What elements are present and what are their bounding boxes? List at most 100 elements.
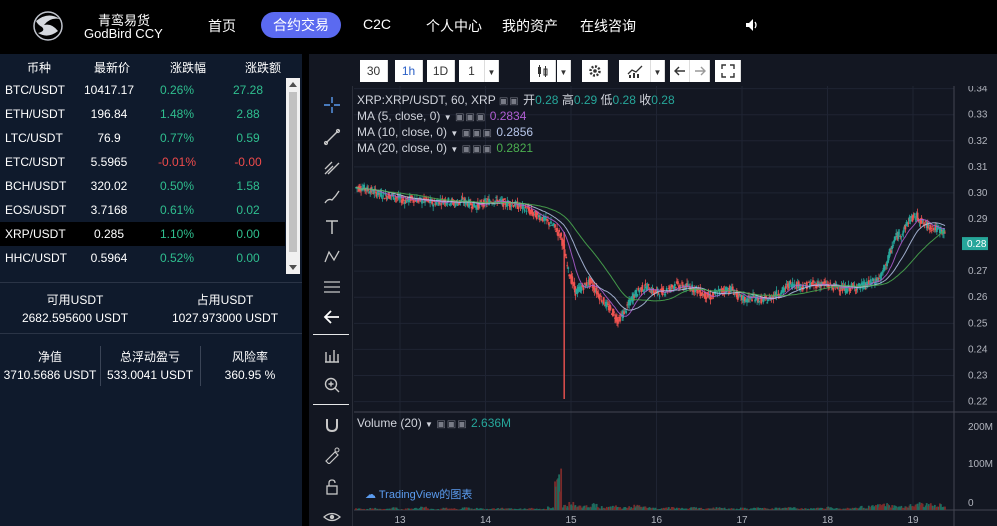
candle-body: [550, 221, 552, 224]
market-scrollbar[interactable]: [286, 78, 300, 274]
market-row[interactable]: LTC/USDT 76.9 0.77% 0.59: [0, 126, 285, 150]
candle-body: [602, 297, 605, 305]
equity-label: 净值: [37, 350, 62, 364]
settings-gear-icon[interactable]: [582, 60, 608, 82]
market-pair: BCH/USDT: [5, 179, 67, 193]
interval-dropdown-icon[interactable]: ▼: [485, 60, 499, 82]
market-row[interactable]: HHC/USDT 0.5964 0.52% 0.00: [0, 246, 285, 270]
x-axis-tick-label: 19: [907, 515, 919, 526]
interval-30-button[interactable]: 30: [360, 60, 388, 82]
legend-open-value: 0.28: [535, 93, 559, 107]
ma20-label[interactable]: MA (20, close, 0): [357, 141, 447, 155]
crosshair-icon[interactable]: [323, 96, 341, 114]
candle-body: [758, 301, 761, 303]
candle-body: [625, 310, 628, 314]
interval-1-button[interactable]: 1: [459, 60, 485, 82]
interval-1h-button[interactable]: 1h: [395, 60, 423, 82]
legend-high-label: 高: [561, 93, 574, 107]
nav-contract-trading[interactable]: 合约交易: [261, 12, 341, 38]
pitchfork-icon[interactable]: [323, 158, 341, 176]
y-axis-tick-label: 0.23: [968, 370, 988, 381]
candle-body: [878, 277, 880, 279]
y-axis-tick-label: 0.26: [968, 292, 988, 303]
scroll-up-arrow-icon[interactable]: [289, 82, 297, 87]
market-change-amt: 2.88: [236, 107, 260, 121]
brush-icon[interactable]: [323, 188, 341, 206]
market-price: 196.84: [90, 107, 128, 121]
candle-body: [585, 282, 588, 286]
cloud-icon: ☁: [365, 489, 376, 501]
y-axis-tick-label: 0.25: [968, 318, 988, 329]
tradingview-logo[interactable]: ☁ TradingView的图表: [365, 486, 472, 502]
candle-body: [789, 281, 792, 283]
market-price: 0.285: [93, 227, 125, 241]
trend-line-icon[interactable]: [323, 128, 341, 146]
market-row[interactable]: ETH/USDT 196.84 1.48% 2.88: [0, 102, 285, 126]
redo-icon[interactable]: [690, 60, 710, 82]
nav-online-consult[interactable]: 在线咨询: [580, 16, 636, 36]
ma5-label[interactable]: MA (5, close, 0): [357, 109, 440, 123]
candle-body: [419, 197, 421, 199]
pattern-icon[interactable]: [323, 248, 341, 266]
godbird-logo-icon[interactable]: [30, 9, 66, 43]
market-panel: 币种 最新价 涨跌幅 涨跌额 BTC/USDT 10417.17 0.26% 27.2…: [0, 54, 302, 526]
market-row[interactable]: XRP/USDT 0.285 1.10% 0.00: [0, 222, 285, 246]
equity-value: 3710.5686 USDT: [3, 368, 97, 382]
market-price: 10417.17: [83, 83, 135, 97]
candle-body: [565, 256, 568, 259]
scroll-down-arrow-icon[interactable]: [289, 265, 297, 270]
candle-body: [383, 198, 386, 200]
fullscreen-icon[interactable]: [715, 60, 741, 82]
x-axis-tick-label: 17: [736, 515, 748, 526]
zoom-in-icon[interactable]: [323, 376, 341, 394]
ma10-label[interactable]: MA (10, close, 0): [357, 125, 447, 139]
chart-toolbar: 30 1h 1D 1 ▼ ▼ ▼: [309, 54, 997, 86]
header-last-price: 最新价: [93, 61, 130, 75]
undo-icon[interactable]: [670, 60, 690, 82]
nav-c2c[interactable]: C2C: [363, 16, 391, 32]
market-row[interactable]: BTC/USDT 10417.17 0.26% 27.28: [0, 78, 285, 102]
nav-my-assets[interactable]: 我的资产: [502, 16, 558, 36]
back-arrow-icon[interactable]: [323, 308, 341, 326]
measure-icon[interactable]: [323, 346, 341, 364]
magnet-icon[interactable]: [323, 416, 341, 434]
interval-1d-button[interactable]: 1D: [427, 60, 455, 82]
lock-drawing-icon[interactable]: [323, 446, 341, 464]
candle-type-dropdown-icon[interactable]: ▼: [557, 60, 571, 82]
candle-body: [613, 311, 615, 314]
volume-bar: [944, 506, 946, 510]
candle-body: [767, 299, 770, 302]
candle-body: [582, 287, 585, 290]
nav-home[interactable]: 首页: [208, 16, 236, 36]
candle-body: [523, 209, 526, 212]
market-row[interactable]: BCH/USDT 320.02 0.50% 1.58: [0, 174, 285, 198]
x-axis-tick-label: 14: [480, 515, 492, 526]
candle-body: [674, 287, 677, 288]
indicators-dropdown-icon[interactable]: ▼: [651, 60, 665, 82]
candle-body: [566, 265, 569, 267]
speaker-icon[interactable]: [744, 17, 760, 33]
market-pair: ETC/USDT: [5, 155, 65, 169]
ma20-toggle-icons[interactable]: ▣▣▣: [462, 142, 493, 158]
legend-symbol: XRP:XRP/USDT, 60, XRP: [357, 93, 496, 107]
ma20-value: 0.2821: [496, 141, 534, 155]
candle-type-icon[interactable]: [530, 60, 556, 82]
fib-retracement-icon[interactable]: [323, 278, 341, 296]
text-tool-icon[interactable]: [323, 218, 341, 236]
candle-body: [558, 229, 560, 232]
candle-body: [432, 204, 435, 207]
nav-personal-center[interactable]: 个人中心: [426, 16, 482, 36]
volume-legend: Volume (20) ▼ ▣▣▣ 2.636M: [357, 416, 512, 430]
market-row[interactable]: ETC/USDT 5.5965 -0.01% -0.00: [0, 150, 285, 174]
market-row[interactable]: EOS/USDT 3.7168 0.61% 0.02: [0, 198, 285, 222]
candle-body: [839, 289, 842, 292]
indicators-icon[interactable]: [619, 60, 651, 82]
volume-toggle-icons[interactable]: ▣▣▣: [436, 419, 467, 430]
lock-icon[interactable]: [323, 478, 341, 496]
candle-body: [441, 198, 444, 199]
candle-body: [931, 225, 934, 227]
toolbar-separator: [313, 334, 349, 335]
scrollbar-thumb[interactable]: [289, 92, 297, 252]
eye-icon[interactable]: [323, 508, 341, 526]
volume-label[interactable]: Volume (20): [357, 416, 422, 430]
